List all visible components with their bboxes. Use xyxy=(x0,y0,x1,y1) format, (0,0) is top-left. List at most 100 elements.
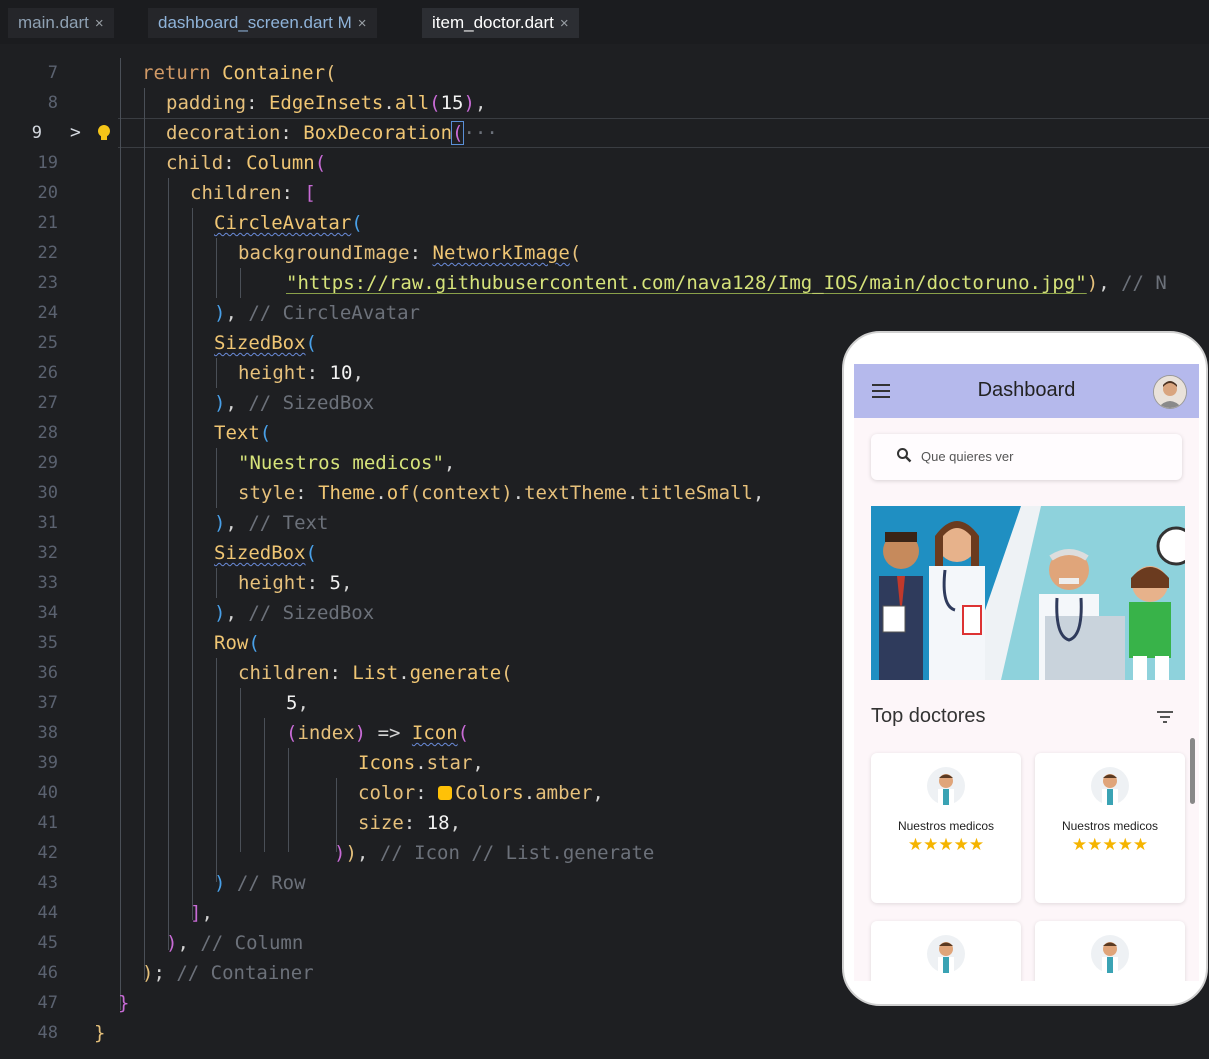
code-line-24: ), // CircleAvatar xyxy=(214,302,420,324)
code-line-46: ); // Container xyxy=(142,962,314,984)
code-line-38: (index) => Icon( xyxy=(286,722,470,744)
line-number: 8 xyxy=(47,93,58,113)
code-line-26: height: 10, xyxy=(238,362,364,384)
search-placeholder: Que quieres ver xyxy=(921,449,1014,464)
line-number: 28 xyxy=(37,423,58,443)
tab-item-doctor-dart[interactable]: item_doctor.dart × xyxy=(422,8,579,38)
doctor-card[interactable] xyxy=(1035,921,1185,981)
code-line-33: height: 5, xyxy=(238,572,353,594)
indent-guide xyxy=(168,178,169,950)
line-number: 48 xyxy=(37,1023,58,1043)
code-line-32: SizedBox( xyxy=(214,542,317,564)
line-number: 21 xyxy=(37,213,58,233)
code-line-31: ), // Text xyxy=(214,512,329,534)
line-number: 39 xyxy=(37,753,58,773)
code-line-39: Icons.star, xyxy=(358,752,484,774)
line-number: 9 xyxy=(31,123,42,143)
phone-emulator: Dashboard Que quieres ver Top doctores N… xyxy=(842,331,1208,1006)
line-number: 40 xyxy=(37,783,58,803)
scrollbar[interactable] xyxy=(1190,738,1195,804)
code-line-22: backgroundImage: NetworkImage( xyxy=(238,242,582,264)
app-bar: Dashboard xyxy=(854,364,1199,418)
close-icon[interactable]: × xyxy=(358,15,367,32)
lightbulb-icon[interactable] xyxy=(96,124,112,142)
line-number: 23 xyxy=(37,273,58,293)
code-line-23: "https://raw.githubusercontent.com/nava1… xyxy=(286,272,1167,294)
code-line-8: padding: EdgeInsets.all(15), xyxy=(166,92,487,114)
line-number: 35 xyxy=(37,633,58,653)
app-screen: Dashboard Que quieres ver Top doctores N… xyxy=(854,364,1199,981)
indent-guide xyxy=(288,748,289,852)
code-line-35: Row( xyxy=(214,632,260,654)
code-line-44: ], xyxy=(190,902,213,924)
line-number: 43 xyxy=(37,873,58,893)
line-number: 27 xyxy=(37,393,58,413)
doctor-card[interactable]: Nuestros medicos ★★★★★ xyxy=(871,753,1021,903)
code-line-30: style: Theme.of(context).textTheme.title… xyxy=(238,482,765,504)
tab-dashboard-screen-dart[interactable]: dashboard_screen.dart M × xyxy=(148,8,377,38)
code-line-19: child: Column( xyxy=(166,152,327,174)
line-number: 20 xyxy=(37,183,58,203)
code-line-42: )), // Icon // List.generate xyxy=(334,842,655,864)
indent-guide xyxy=(192,208,193,920)
line-number: 41 xyxy=(37,813,58,833)
doctor-card[interactable] xyxy=(871,921,1021,981)
tab-main-dart[interactable]: main.dart × xyxy=(8,8,114,38)
editor-tab-bar: main.dart × dashboard_screen.dart M × item… xyxy=(0,0,1209,44)
tab-label: dashboard_screen.dart xyxy=(158,13,333,32)
code-line-20: children: [ xyxy=(190,182,316,204)
code-line-7: return Container( xyxy=(142,62,337,84)
doctor-name: Nuestros medicos xyxy=(1061,819,1159,833)
code-line-40: color: Colors.amber, xyxy=(358,782,604,804)
app-bar-title: Dashboard xyxy=(977,379,1076,401)
line-number: 25 xyxy=(37,333,58,353)
tab-label: main.dart xyxy=(18,13,89,32)
code-line-36: children: List.generate( xyxy=(238,662,513,684)
line-number: 47 xyxy=(37,993,58,1013)
code-line-37: 5, xyxy=(286,692,309,714)
indent-guide xyxy=(144,88,145,980)
line-number: 33 xyxy=(37,573,58,593)
code-line-48: } xyxy=(94,1022,106,1044)
line-number: 29 xyxy=(37,453,58,473)
folded-region-ellipsis: ··· xyxy=(463,122,498,144)
doctor-card[interactable]: Nuestros medicos ★★★★★ xyxy=(1035,753,1185,903)
search-input[interactable]: Que quieres ver xyxy=(871,434,1182,480)
indent-guide xyxy=(216,568,217,598)
filter-icon[interactable] xyxy=(1157,711,1173,723)
line-number: 31 xyxy=(37,513,58,533)
indent-guide xyxy=(216,238,217,298)
indent-guide xyxy=(264,718,265,852)
doctor-avatar xyxy=(927,935,965,973)
fold-expand-icon[interactable]: > xyxy=(70,118,81,148)
section-title: Top doctores xyxy=(871,705,986,727)
line-number: 36 xyxy=(37,663,58,683)
close-icon[interactable]: × xyxy=(560,15,569,32)
rating-stars: ★★★★★ xyxy=(1071,835,1149,854)
line-number: 24 xyxy=(37,303,58,323)
code-line-21: CircleAvatar( xyxy=(214,212,363,234)
avatar[interactable] xyxy=(1153,375,1187,409)
line-number: 37 xyxy=(37,693,58,713)
color-swatch-icon[interactable] xyxy=(438,786,453,800)
doctor-name: Nuestros medicos xyxy=(897,819,995,833)
line-number: 42 xyxy=(37,843,58,863)
rating-stars: ★★★★★ xyxy=(907,835,985,854)
line-number: 26 xyxy=(37,363,58,383)
line-number: 22 xyxy=(37,243,58,263)
search-icon xyxy=(897,448,912,463)
indent-guide xyxy=(240,688,241,852)
line-number: 30 xyxy=(37,483,58,503)
code-line-45: ), // Column xyxy=(166,932,304,954)
doctor-avatar xyxy=(1091,935,1129,973)
code-line-9: decoration: BoxDecoration(··· xyxy=(166,121,498,145)
line-number: 46 xyxy=(37,963,58,983)
close-icon[interactable]: × xyxy=(95,15,104,32)
code-line-27: ), // SizedBox xyxy=(214,392,375,414)
code-line-43: ) // Row xyxy=(214,872,306,894)
code-line-41: size: 18, xyxy=(358,812,462,834)
line-number: 38 xyxy=(37,723,58,743)
code-line-34: ), // SizedBox xyxy=(214,602,375,624)
code-line-25: SizedBox( xyxy=(214,332,317,354)
line-number: 45 xyxy=(37,933,58,953)
